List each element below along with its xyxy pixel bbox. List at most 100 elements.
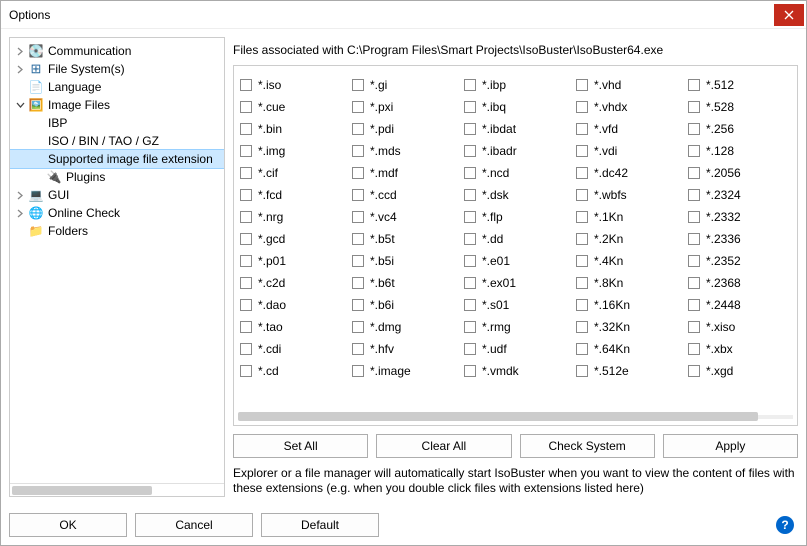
ext-checkbox[interactable] <box>240 321 252 333</box>
apply-button[interactable]: Apply <box>663 434 798 458</box>
ext-checkbox[interactable] <box>240 167 252 179</box>
tree-item[interactable]: Plugins <box>10 168 224 186</box>
ext-checkbox[interactable] <box>464 277 476 289</box>
ext-checkbox[interactable] <box>352 277 364 289</box>
ext-checkbox[interactable] <box>464 101 476 113</box>
tree-item[interactable]: ISO / BIN / TAO / GZ <box>10 132 224 150</box>
ok-button[interactable]: OK <box>9 513 127 537</box>
close-button[interactable] <box>774 4 804 26</box>
ext-checkbox[interactable] <box>688 101 700 113</box>
ext-checkbox[interactable] <box>240 145 252 157</box>
ext-checkbox[interactable] <box>464 79 476 91</box>
ext-checkbox[interactable] <box>688 233 700 245</box>
ext-checkbox[interactable] <box>464 211 476 223</box>
tree-horizontal-scrollbar[interactable] <box>10 483 224 496</box>
clear-all-button[interactable]: Clear All <box>376 434 511 458</box>
ext-checkbox[interactable] <box>352 233 364 245</box>
ext-checkbox[interactable] <box>240 365 252 377</box>
ext-checkbox[interactable] <box>688 343 700 355</box>
tree-item[interactable]: Supported image file extension <box>10 150 224 168</box>
ext-checkbox[interactable] <box>688 145 700 157</box>
ext-checkbox[interactable] <box>240 255 252 267</box>
ext-checkbox[interactable] <box>576 277 588 289</box>
tree-item[interactable]: GUI <box>10 186 224 204</box>
ext-checkbox[interactable] <box>352 299 364 311</box>
tree-item[interactable]: Folders <box>10 222 224 240</box>
ext-checkbox[interactable] <box>352 189 364 201</box>
ext-checkbox[interactable] <box>352 79 364 91</box>
ext-checkbox[interactable] <box>688 277 700 289</box>
ext-checkbox[interactable] <box>352 255 364 267</box>
ext-checkbox[interactable] <box>352 101 364 113</box>
ext-checkbox[interactable] <box>576 79 588 91</box>
ext-checkbox[interactable] <box>464 167 476 179</box>
ext-checkbox[interactable] <box>352 365 364 377</box>
tree-item[interactable]: IBP <box>10 114 224 132</box>
ext-checkbox[interactable] <box>576 321 588 333</box>
chevron-right-icon[interactable] <box>14 65 26 74</box>
ext-checkbox[interactable] <box>688 211 700 223</box>
set-all-button[interactable]: Set All <box>233 434 368 458</box>
ext-checkbox[interactable] <box>240 101 252 113</box>
ext-checkbox[interactable] <box>576 145 588 157</box>
ext-checkbox[interactable] <box>352 123 364 135</box>
ext-checkbox[interactable] <box>240 211 252 223</box>
ext-checkbox[interactable] <box>464 343 476 355</box>
ext-checkbox[interactable] <box>576 211 588 223</box>
tree-item[interactable]: Online Check <box>10 204 224 222</box>
tree-item[interactable]: Image Files <box>10 96 224 114</box>
tree-item-label: File System(s) <box>46 61 127 77</box>
options-tree[interactable]: CommunicationFile System(s)LanguageImage… <box>10 38 224 483</box>
tree-item[interactable]: Communication <box>10 42 224 60</box>
ext-checkbox[interactable] <box>576 101 588 113</box>
ext-checkbox[interactable] <box>352 167 364 179</box>
extensions-horizontal-scrollbar[interactable] <box>238 410 793 423</box>
ext-label: *.2336 <box>706 232 741 246</box>
ext-checkbox[interactable] <box>464 365 476 377</box>
help-icon[interactable]: ? <box>776 516 794 534</box>
ext-checkbox[interactable] <box>464 299 476 311</box>
ext-checkbox[interactable] <box>576 189 588 201</box>
ext-checkbox[interactable] <box>576 299 588 311</box>
ext-checkbox[interactable] <box>240 299 252 311</box>
tree-item[interactable]: File System(s) <box>10 60 224 78</box>
ext-checkbox[interactable] <box>240 123 252 135</box>
ext-checkbox[interactable] <box>688 167 700 179</box>
ext-checkbox[interactable] <box>688 321 700 333</box>
ext-checkbox[interactable] <box>576 365 588 377</box>
ext-checkbox[interactable] <box>464 321 476 333</box>
ext-checkbox[interactable] <box>576 167 588 179</box>
ext-checkbox[interactable] <box>464 189 476 201</box>
cancel-button[interactable]: Cancel <box>135 513 253 537</box>
ext-checkbox[interactable] <box>688 123 700 135</box>
ext-checkbox[interactable] <box>240 79 252 91</box>
ext-checkbox[interactable] <box>240 189 252 201</box>
ext-checkbox[interactable] <box>464 255 476 267</box>
chevron-right-icon[interactable] <box>14 47 26 56</box>
ext-checkbox[interactable] <box>688 365 700 377</box>
ext-checkbox[interactable] <box>240 277 252 289</box>
ext-checkbox[interactable] <box>576 123 588 135</box>
ext-checkbox[interactable] <box>464 145 476 157</box>
ext-checkbox[interactable] <box>352 145 364 157</box>
ext-checkbox[interactable] <box>688 79 700 91</box>
ext-checkbox[interactable] <box>464 123 476 135</box>
chevron-right-icon[interactable] <box>14 191 26 200</box>
ext-checkbox[interactable] <box>352 343 364 355</box>
ext-checkbox[interactable] <box>352 321 364 333</box>
ext-checkbox[interactable] <box>576 343 588 355</box>
ext-checkbox[interactable] <box>576 233 588 245</box>
ext-checkbox[interactable] <box>352 211 364 223</box>
ext-checkbox[interactable] <box>464 233 476 245</box>
tree-item[interactable]: Language <box>10 78 224 96</box>
default-button[interactable]: Default <box>261 513 379 537</box>
ext-checkbox[interactable] <box>240 343 252 355</box>
ext-checkbox[interactable] <box>688 189 700 201</box>
chevron-down-icon[interactable] <box>14 101 26 110</box>
ext-checkbox[interactable] <box>688 299 700 311</box>
ext-checkbox[interactable] <box>576 255 588 267</box>
ext-checkbox[interactable] <box>688 255 700 267</box>
ext-checkbox[interactable] <box>240 233 252 245</box>
chevron-right-icon[interactable] <box>14 209 26 218</box>
check-system-button[interactable]: Check System <box>520 434 655 458</box>
